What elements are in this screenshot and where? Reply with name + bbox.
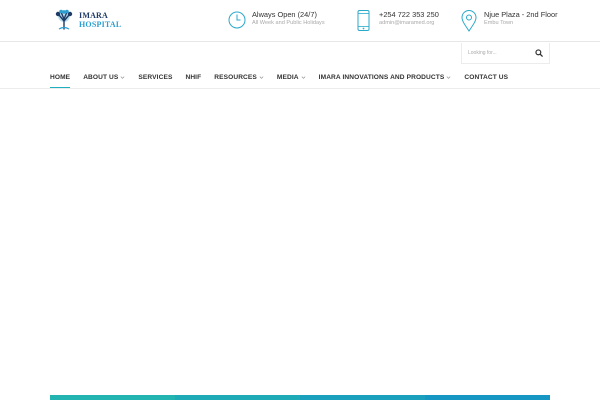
nav-item-label: ABOUT US <box>83 73 119 81</box>
chevron-down-icon <box>446 75 451 79</box>
search-input[interactable] <box>466 47 532 59</box>
nav-item-home[interactable]: HOME <box>50 66 71 89</box>
info-email[interactable]: admin@imaramed.org <box>379 19 439 28</box>
top-header: IMARA HOSPITAL Always Open (24/7) All We… <box>0 0 600 42</box>
nav-item-label: NHIF <box>185 73 202 81</box>
nav-item-label: HOME <box>50 73 71 81</box>
search-box <box>461 43 550 64</box>
chevron-down-icon <box>120 75 125 79</box>
nav-item-label: RESOURCES <box>214 73 257 81</box>
nav-item-imara-innovations[interactable]: IMARA INNOVATIONS AND PRODUCTS <box>319 66 452 88</box>
nav-item-label: IMARA INNOVATIONS AND PRODUCTS <box>318 73 445 81</box>
tree-logo-icon <box>55 9 73 30</box>
feature-strip-segment <box>425 395 550 400</box>
info-location: Njue Plaza - 2nd Floor Embu Town <box>460 10 558 32</box>
logo-line-1: IMARA <box>79 11 108 20</box>
logo-text: IMARA HOSPITAL <box>79 11 121 29</box>
nav-item-label: SERVICES <box>138 73 173 81</box>
feature-strip <box>50 395 550 400</box>
chevron-down-icon <box>301 75 306 79</box>
nav-item-nhif[interactable]: NHIF <box>185 66 201 88</box>
nav-item-about-us[interactable]: ABOUT US <box>83 66 125 88</box>
feature-strip-segment <box>50 395 175 400</box>
info-hours-title: Always Open (24/7) <box>252 10 317 19</box>
nav-item-resources[interactable]: RESOURCES <box>214 66 264 88</box>
info-town: Embu Town <box>484 20 514 26</box>
info-phone: +254 722 353 250 admin@imaramed.org <box>355 10 439 32</box>
logo-line-2: HOSPITAL <box>79 20 122 29</box>
map-pin-icon <box>461 10 477 32</box>
clock-icon <box>228 11 246 29</box>
nav-item-media[interactable]: MEDIA <box>277 66 306 88</box>
info-hours: Always Open (24/7) All Week and Public H… <box>228 10 325 32</box>
header-divider <box>0 41 600 42</box>
site-logo[interactable]: IMARA HOSPITAL <box>52 9 122 31</box>
feature-strip-segment <box>175 395 300 400</box>
info-phone-number[interactable]: +254 722 353 250 <box>379 10 439 19</box>
nav-divider <box>0 88 600 89</box>
chevron-down-icon <box>259 75 264 79</box>
nav-item-label: CONTACT US <box>464 73 509 81</box>
info-hours-subtitle: All Week and Public Holidays <box>252 20 325 26</box>
search-button[interactable] <box>533 47 545 59</box>
feature-strip-segment <box>300 395 425 400</box>
info-address: Njue Plaza - 2nd Floor <box>484 10 558 19</box>
mobile-phone-icon <box>357 10 370 31</box>
main-nav: HOME ABOUT US SERVICES NHIF RESOURCES ME… <box>50 66 521 89</box>
search-icon <box>535 49 543 57</box>
nav-item-services[interactable]: SERVICES <box>138 66 172 88</box>
nav-item-contact-us[interactable]: CONTACT US <box>464 66 508 88</box>
nav-item-label: MEDIA <box>276 73 299 81</box>
